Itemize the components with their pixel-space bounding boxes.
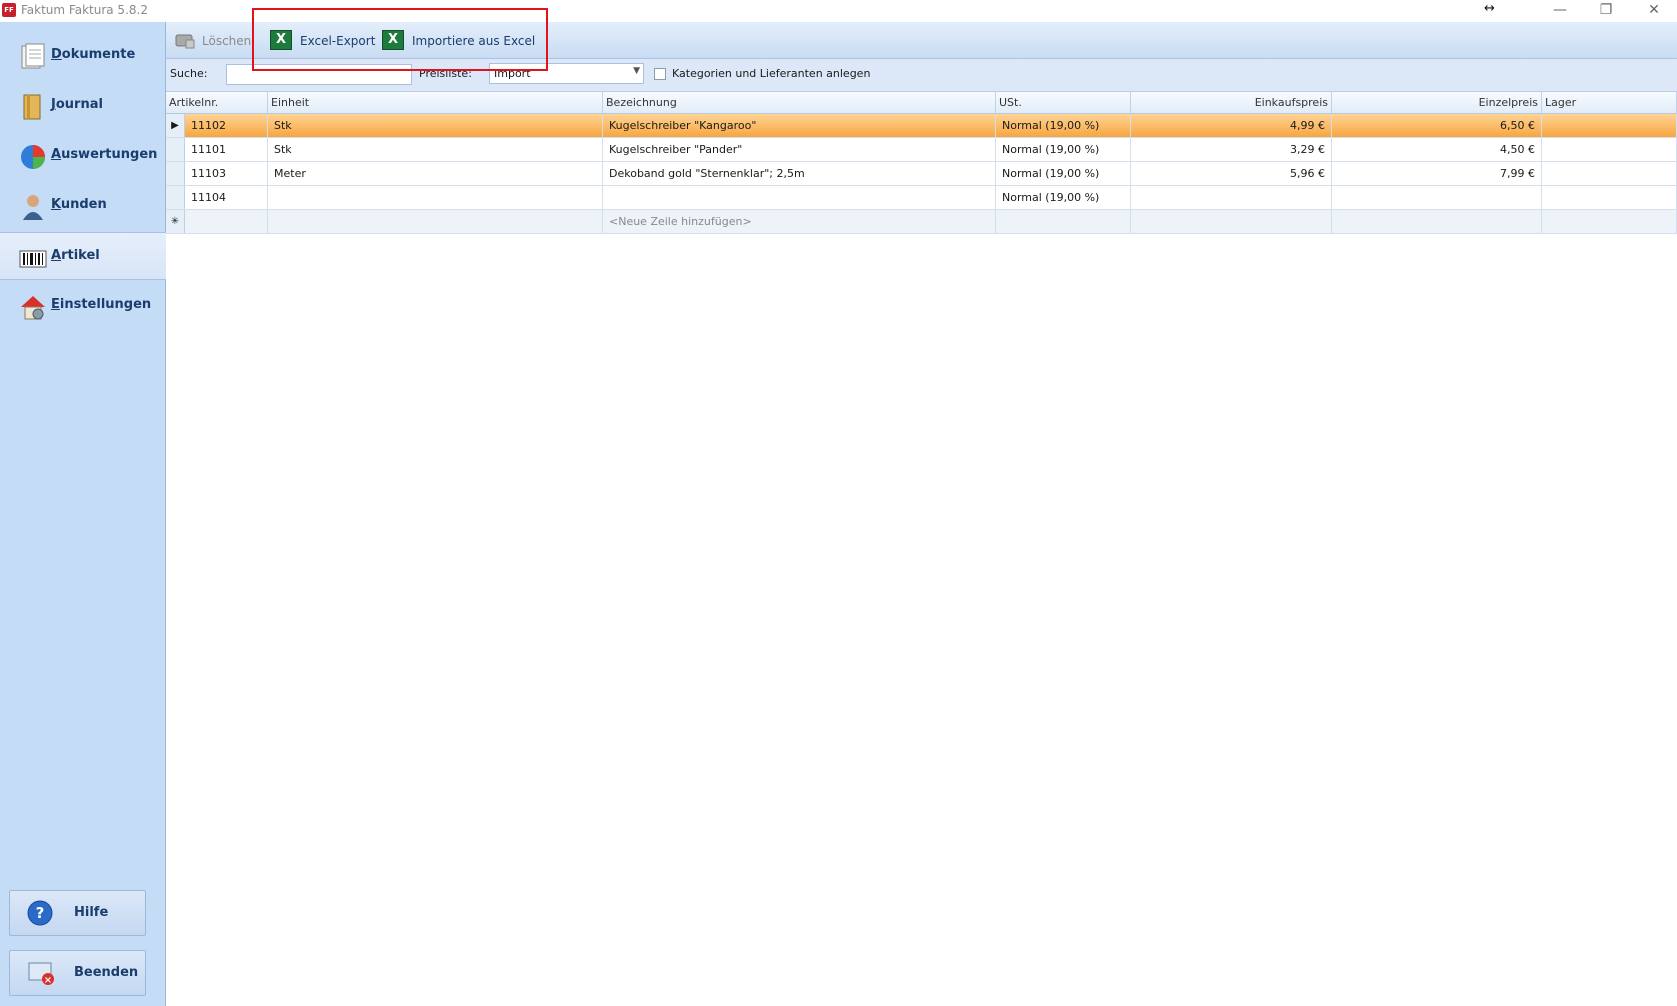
row-header[interactable] <box>166 138 185 161</box>
cell-ust[interactable]: Normal (19,00 %) <box>996 186 1131 209</box>
table-row[interactable]: 11101 Stk Kugelschreiber "Pander" Normal… <box>166 138 1677 162</box>
cell-einheit[interactable]: Stk <box>268 138 603 161</box>
sidebar-item-auswertungen[interactable]: Auswertungen <box>0 132 166 180</box>
journal-icon <box>23 94 41 120</box>
cell-einzelpreis[interactable]: 4,50 € <box>1332 138 1542 161</box>
barcode-icon <box>19 250 47 268</box>
cell-lager[interactable] <box>1542 210 1677 233</box>
svg-text:×: × <box>44 975 52 986</box>
documents-icon <box>21 43 45 69</box>
delete-icon <box>175 34 195 49</box>
cell-einzelpreis[interactable]: 6,50 € <box>1332 114 1542 137</box>
cell-artikelnr[interactable]: 11103 <box>185 162 268 185</box>
exit-button[interactable]: × Beenden <box>9 950 146 996</box>
customer-icon <box>23 195 43 220</box>
sidebar-item-artikel[interactable]: Artikel <box>0 232 166 280</box>
column-header-einheit[interactable]: Einheit <box>268 92 603 114</box>
cell-bezeichnung[interactable] <box>603 186 996 209</box>
column-header-einzelpreis[interactable]: Einzelpreis <box>1332 92 1542 114</box>
column-header-ust[interactable]: USt. <box>996 92 1131 114</box>
sidebar-item-label: Auswertungen <box>51 147 158 162</box>
help-label: Hilfe <box>74 905 109 920</box>
cell-einheit[interactable]: Meter <box>268 162 603 185</box>
cell-ust[interactable]: Normal (19,00 %) <box>996 114 1131 137</box>
cell-einkaufspreis[interactable]: 3,29 € <box>1131 138 1332 161</box>
svg-text:?: ? <box>36 904 45 922</box>
delete-label: Löschen <box>202 34 252 48</box>
cell-artikelnr[interactable] <box>185 210 268 233</box>
column-header-lager[interactable]: Lager <box>1542 92 1677 114</box>
row-header[interactable] <box>166 186 185 209</box>
cell-artikelnr[interactable]: 11102 <box>185 114 268 137</box>
sidebar-item-einstellungen[interactable]: Einstellungen <box>0 282 166 330</box>
row-selector-arrow-icon: ▶ <box>166 114 185 137</box>
settings-house-icon <box>21 296 45 320</box>
pie-chart-icon <box>21 145 45 169</box>
new-row-marker-icon: ✳ <box>166 210 185 233</box>
cell-einzelpreis[interactable] <box>1332 186 1542 209</box>
cell-lager[interactable] <box>1542 138 1677 161</box>
cell-bezeichnung[interactable]: Kugelschreiber "Pander" <box>603 138 996 161</box>
cell-einzelpreis[interactable]: 7,99 € <box>1332 162 1542 185</box>
cell-einzelpreis[interactable] <box>1332 210 1542 233</box>
search-label: Suche: <box>170 67 208 80</box>
sidebar-item-label: Dokumente <box>51 47 136 62</box>
new-row[interactable]: ✳ <Neue Zeile hinzufügen> <box>166 210 1677 234</box>
cell-artikelnr[interactable]: 11101 <box>185 138 268 161</box>
sidebar: Dokumente Journal Auswertungen Kunden Ar… <box>0 22 166 1006</box>
sidebar-item-label: Einstellungen <box>51 297 152 312</box>
column-header-einkaufspreis[interactable]: Einkaufspreis <box>1131 92 1332 114</box>
categories-label: Kategorien und Lieferanten anlegen <box>672 67 871 80</box>
sidebar-item-label: Artikel <box>51 248 100 263</box>
table-row[interactable]: ▶ 11102 Stk Kugelschreiber "Kangaroo" No… <box>166 114 1677 138</box>
window-title: Faktum Faktura 5.8.2 <box>21 3 148 17</box>
cell-lager[interactable] <box>1542 162 1677 185</box>
resize-cursor-icon: ↔ <box>1484 1 1495 16</box>
chevron-down-icon: ▼ <box>633 66 640 76</box>
sidebar-item-kunden[interactable]: Kunden <box>0 182 166 230</box>
cell-ust[interactable]: Normal (19,00 %) <box>996 162 1131 185</box>
table-row[interactable]: 11103 Meter Dekoband gold "Sternenklar";… <box>166 162 1677 186</box>
restore-button[interactable]: ❐ <box>1583 0 1629 22</box>
cell-einheit[interactable]: Stk <box>268 114 603 137</box>
help-button[interactable]: ? Hilfe <box>9 890 146 936</box>
cell-lager[interactable] <box>1542 186 1677 209</box>
cell-einheit[interactable] <box>268 186 603 209</box>
help-icon: ? <box>27 900 53 926</box>
cell-einheit[interactable] <box>268 210 603 233</box>
highlight-box <box>252 8 548 71</box>
app-logo-icon: FF <box>2 3 16 17</box>
exit-icon: × <box>28 962 54 986</box>
minimize-button[interactable]: — <box>1537 0 1583 22</box>
cell-artikelnr[interactable]: 11104 <box>185 186 268 209</box>
table-row[interactable]: 11104 Normal (19,00 %) <box>166 186 1677 210</box>
cell-bezeichnung[interactable]: Kugelschreiber "Kangaroo" <box>603 114 996 137</box>
delete-button[interactable]: Löschen <box>174 30 254 52</box>
cell-einkaufspreis[interactable]: 5,96 € <box>1131 162 1332 185</box>
column-header-bezeichnung[interactable]: Bezeichnung <box>603 92 996 114</box>
cell-ust[interactable] <box>996 210 1131 233</box>
cell-lager[interactable] <box>1542 114 1677 137</box>
cell-einkaufspreis[interactable]: 4,99 € <box>1131 114 1332 137</box>
row-header[interactable] <box>166 162 185 185</box>
sidebar-item-label: Kunden <box>51 197 107 212</box>
sidebar-item-label: Journal <box>51 97 103 112</box>
cell-einkaufspreis[interactable] <box>1131 186 1332 209</box>
exit-label: Beenden <box>74 965 139 980</box>
cell-einkaufspreis[interactable] <box>1131 210 1332 233</box>
sidebar-item-dokumente[interactable]: Dokumente <box>0 32 166 80</box>
cell-bezeichnung[interactable]: Dekoband gold "Sternenklar"; 2,5m <box>603 162 996 185</box>
column-header-artikelnr[interactable]: Artikelnr. <box>166 92 268 114</box>
cell-ust[interactable]: Normal (19,00 %) <box>996 138 1131 161</box>
close-button[interactable]: ✕ <box>1631 0 1677 22</box>
categories-checkbox[interactable] <box>654 68 666 80</box>
sidebar-item-journal[interactable]: Journal <box>0 82 166 130</box>
new-row-placeholder[interactable]: <Neue Zeile hinzufügen> <box>603 210 996 233</box>
